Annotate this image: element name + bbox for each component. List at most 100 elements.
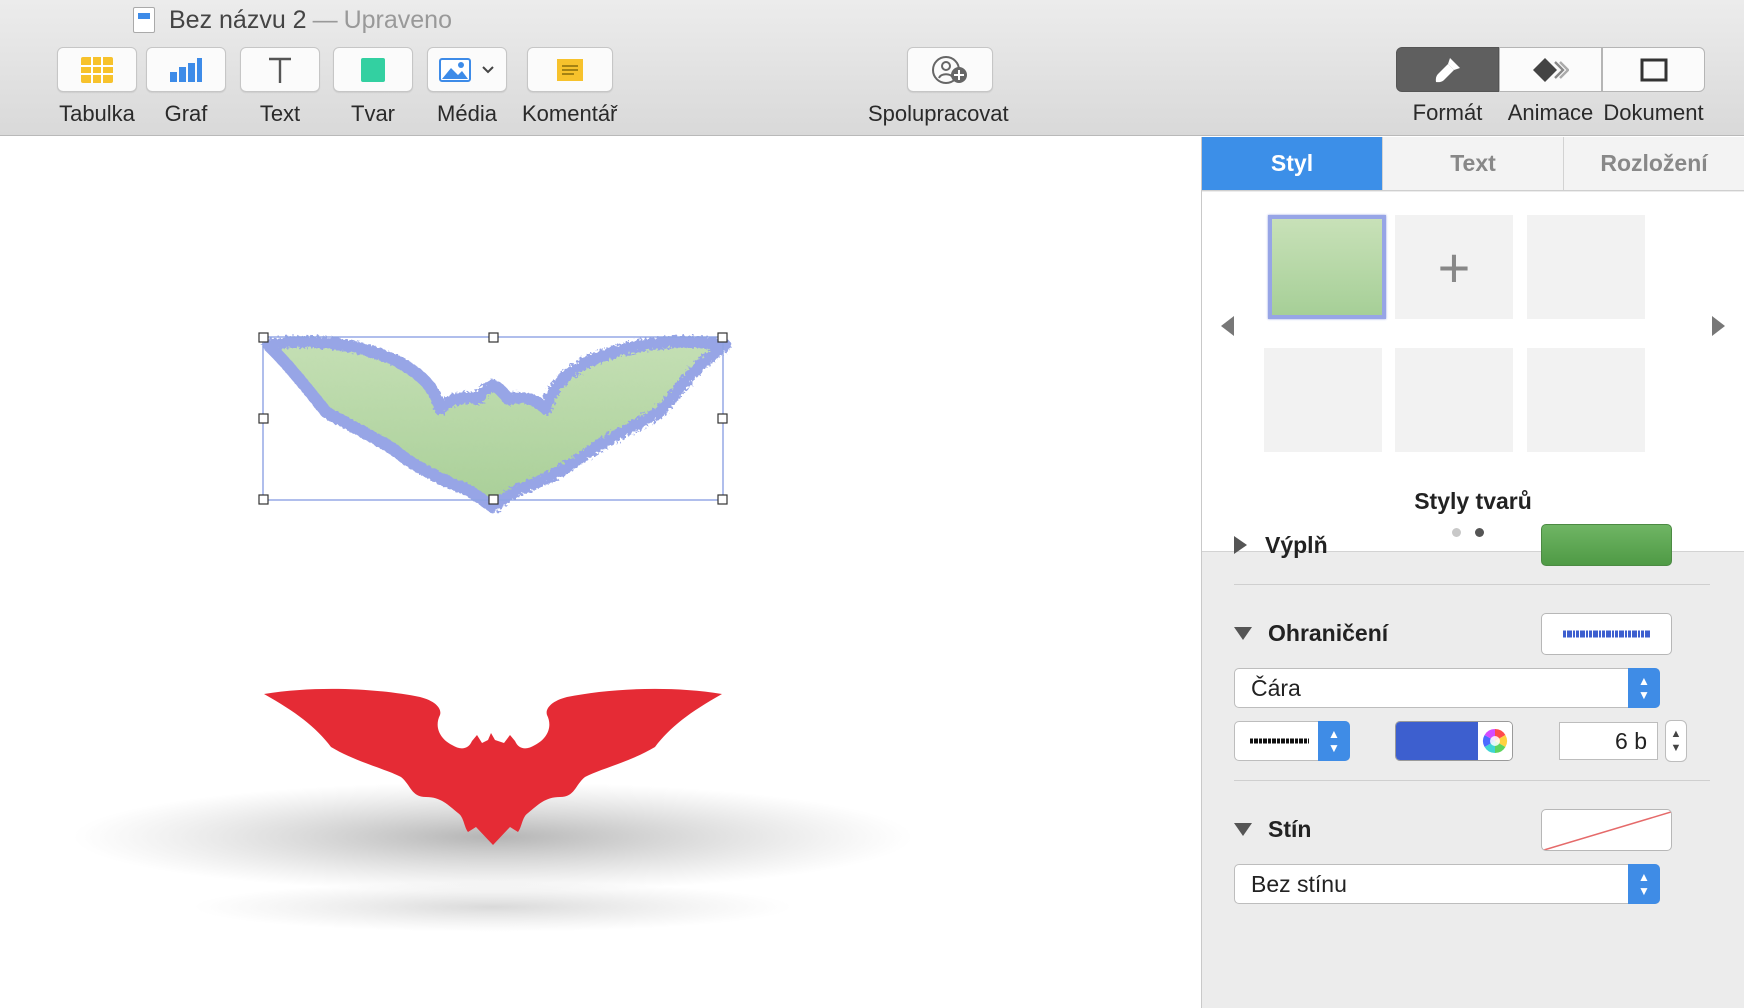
window-title: Bez názvu 2 — Upraveno <box>133 4 452 36</box>
chart-icon <box>170 57 202 82</box>
shape-button[interactable] <box>333 47 413 92</box>
style-swatch-6[interactable] <box>1527 348 1645 452</box>
prev-page-icon[interactable] <box>1221 316 1234 336</box>
inspector-switcher <box>1396 47 1705 92</box>
border-color-well[interactable] <box>1396 722 1478 760</box>
inspector-labels: Formát Animace Dokument <box>1396 100 1705 126</box>
stroke-pattern-select[interactable]: ▲ ▼ <box>1234 721 1350 761</box>
media-icon <box>438 57 471 82</box>
resize-handle-n[interactable] <box>488 332 499 343</box>
media-button[interactable] <box>427 47 507 92</box>
document-label: Dokument <box>1603 100 1704 125</box>
rough-line-icon <box>1562 630 1651 638</box>
border-width-stepper[interactable]: ▲ ▼ <box>1665 720 1687 762</box>
resize-handle-sw[interactable] <box>258 494 269 505</box>
border-style-preview[interactable] <box>1541 613 1672 655</box>
shadow-preview[interactable] <box>1541 809 1672 851</box>
shape-label: Tvar <box>351 101 395 126</box>
format-inspector: Styl Text Rozložení + Styly tvarů Výplň … <box>1201 137 1744 1008</box>
toolbar-text[interactable]: Text <box>240 47 320 127</box>
resize-handle-e[interactable] <box>717 413 728 424</box>
table-button[interactable] <box>57 47 137 92</box>
border-type-value: Čára <box>1251 674 1301 701</box>
fill-label: Výplň <box>1265 531 1328 558</box>
color-picker-button[interactable] <box>1478 722 1512 760</box>
divider <box>1234 584 1710 585</box>
fill-color-well[interactable] <box>1541 524 1672 566</box>
table-icon <box>81 56 113 83</box>
animate-button[interactable] <box>1499 47 1602 92</box>
doc-status: Upraveno <box>343 5 452 34</box>
format-brush-icon <box>1435 57 1460 82</box>
collaborate-label: Spolupracovat <box>868 101 1009 126</box>
style-swatch-1[interactable] <box>1268 215 1386 319</box>
table-label: Tabulka <box>59 101 135 126</box>
comment-button[interactable] <box>526 47 613 92</box>
shape-styles: + Styly tvarů <box>1202 192 1744 552</box>
tab-arrange[interactable]: Rozložení <box>1564 137 1744 190</box>
chart-label: Graf <box>164 101 208 126</box>
animate-icon <box>1532 57 1569 82</box>
style-swatch-3[interactable] <box>1527 215 1645 319</box>
text-label: Text <box>259 101 301 126</box>
resize-handle-s[interactable] <box>488 494 499 505</box>
tab-text[interactable]: Text <box>1383 137 1564 190</box>
border-type-select[interactable]: Čára ▲ ▼ <box>1234 668 1660 708</box>
disclosure-collapsed-icon <box>1234 536 1247 554</box>
document-icon <box>1640 58 1667 81</box>
text-button[interactable] <box>240 47 320 92</box>
inspector-tabs: Styl Text Rozložení <box>1202 137 1744 191</box>
media-label: Média <box>437 101 497 126</box>
toolbar-shape[interactable]: Tvar <box>333 47 413 127</box>
select-stepper-icon: ▲ ▼ <box>1318 721 1350 761</box>
no-value-slash-icon <box>1543 811 1671 850</box>
green-bat-shape[interactable] <box>262 335 731 513</box>
toolbar-table[interactable]: Tabulka <box>57 47 137 127</box>
toolbar-collaborate[interactable]: Spolupracovat <box>868 47 1009 127</box>
styles-title: Styly tvarů <box>1414 488 1532 514</box>
slide-content <box>73 332 913 932</box>
resize-handle-se[interactable] <box>717 494 728 505</box>
resize-handle-nw[interactable] <box>258 332 269 343</box>
toolbar-comment[interactable]: Komentář <box>522 47 617 127</box>
add-style-button[interactable]: + <box>1395 215 1513 319</box>
border-width-field[interactable]: 6 b <box>1559 722 1658 760</box>
disclosure-expanded-icon <box>1234 626 1252 640</box>
border-label: Ohraničení <box>1268 619 1389 646</box>
plus-icon: + <box>1437 235 1471 299</box>
text-icon <box>269 57 291 83</box>
format-button[interactable] <box>1396 47 1499 92</box>
shadow-type-select[interactable]: Bez stínu ▲ ▼ <box>1234 864 1660 904</box>
toolbar-chart[interactable]: Graf <box>146 47 226 127</box>
chart-button[interactable] <box>146 47 226 92</box>
collaborate-icon <box>932 55 968 84</box>
style-swatch-5[interactable] <box>1395 348 1513 452</box>
comment-icon <box>556 58 583 81</box>
document-button[interactable] <box>1602 47 1705 92</box>
animate-label: Animace <box>1507 100 1594 125</box>
toolbar: Bez názvu 2 — Upraveno Tabulka Graf Text… <box>0 0 1744 136</box>
disclosure-expanded-icon <box>1234 822 1252 836</box>
resize-handle-w[interactable] <box>258 413 269 424</box>
resize-handle-ne[interactable] <box>717 332 728 343</box>
select-stepper-icon: ▲ ▼ <box>1628 668 1660 708</box>
slide-canvas[interactable] <box>0 137 1201 1008</box>
comment-label: Komentář <box>522 101 618 126</box>
keynote-doc-icon <box>133 7 155 33</box>
tab-style[interactable]: Styl <box>1202 137 1383 190</box>
collaborate-button[interactable] <box>907 47 994 92</box>
divider <box>1234 780 1710 781</box>
style-swatch-4[interactable] <box>1264 348 1382 452</box>
chevron-down-icon <box>482 65 495 73</box>
border-color-control <box>1395 721 1513 761</box>
shadow-label: Stín <box>1268 815 1312 842</box>
shape-icon <box>361 57 385 82</box>
toolbar-media[interactable]: Média <box>427 47 507 127</box>
stroke-pattern-icon <box>1250 738 1309 744</box>
color-wheel-icon <box>1482 729 1508 753</box>
next-page-icon[interactable] <box>1712 316 1725 336</box>
format-label: Formát <box>1412 100 1483 125</box>
title-separator: — <box>312 5 338 34</box>
doc-name: Bez názvu 2 <box>169 5 307 34</box>
shadow-type-value: Bez stínu <box>1251 870 1347 897</box>
